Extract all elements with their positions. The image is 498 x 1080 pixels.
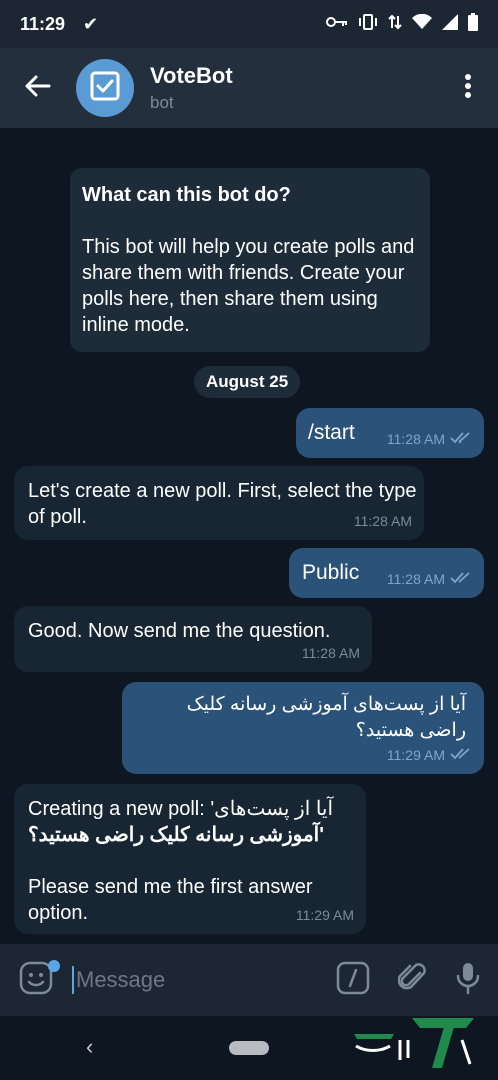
signal-icon <box>442 13 458 35</box>
message-meta: 11:28 AM <box>302 640 360 666</box>
intro-title: What can this bot do? <box>82 184 291 206</box>
message-outgoing[interactable]: آیا از پست‌های آموزشی رسانه کلیک راضی هس… <box>122 682 484 774</box>
status-bar: 11:29 ✔ <box>0 0 498 48</box>
battery-icon <box>468 12 478 36</box>
status-time: 11:29 <box>20 13 66 34</box>
message-time: 11:28 AM <box>301 645 360 661</box>
message-text-line: Creating a new poll: 'آیا از پست‌های <box>28 798 334 820</box>
message-meta: 11:29 AM <box>387 742 472 768</box>
message-incoming[interactable]: Let's create a new poll. First, select t… <box>14 466 424 540</box>
message-text: /start <box>308 421 355 444</box>
message-meta: 11:28 AM <box>387 566 472 592</box>
double-check-icon <box>450 426 472 452</box>
wifi-icon <box>412 13 432 35</box>
bot-avatar[interactable] <box>76 59 134 117</box>
double-check-icon <box>450 566 472 592</box>
sticker-smile-icon <box>18 961 54 1000</box>
message-placeholder: Message <box>76 967 166 992</box>
message-time: 11:28 AM <box>386 571 445 587</box>
bot-intro-card: What can this bot do? This bot will help… <box>70 168 430 352</box>
chat-title: VoteBot <box>150 63 233 88</box>
message-text: Public <box>302 561 360 584</box>
nav-back-icon[interactable]: ‹ <box>86 1034 93 1060</box>
text-caret <box>72 966 74 994</box>
message-text: Good. Now send me the question. <box>28 620 331 642</box>
message-meta: 11:29 AM <box>296 902 354 928</box>
message-time: 11:28 AM <box>353 513 412 529</box>
back-button[interactable] <box>0 48 76 128</box>
message-outgoing[interactable]: /start 11:28 AM <box>296 408 484 458</box>
vibrate-icon <box>358 13 378 35</box>
chat-area[interactable]: What can this bot do? This bot will help… <box>0 128 498 944</box>
message-text: آیا از پست‌های آموزشی رسانه کلیک راضی هس… <box>186 694 466 741</box>
message-meta: 11:28 AM <box>354 508 412 534</box>
emoji-button[interactable] <box>18 960 60 1000</box>
data-arrows-icon <box>388 14 402 35</box>
message-time: 11:28 AM <box>386 431 445 447</box>
message-time: 11:29 AM <box>386 747 445 763</box>
chat-title-block[interactable]: VoteBot bot <box>150 63 233 113</box>
date-separator: August 25 <box>194 366 301 398</box>
message-input[interactable]: Message <box>72 960 336 1000</box>
check-icon: ✔ <box>83 13 99 34</box>
message-meta: 11:28 AM <box>387 426 472 452</box>
double-check-icon <box>450 742 472 768</box>
checkbox-icon <box>90 71 120 106</box>
chat-header: VoteBot bot <box>0 48 498 128</box>
nav-home-pill[interactable] <box>229 1041 269 1055</box>
more-menu-button[interactable] <box>438 48 498 128</box>
system-icons <box>326 12 478 36</box>
watermark-logo <box>342 990 492 1074</box>
message-text-line: 'آموزشی رسانه کلیک راضی هستید؟ <box>28 824 324 846</box>
message-outgoing[interactable]: Public 11:28 AM <box>289 548 484 598</box>
arrow-left-icon <box>25 75 51 102</box>
message-incoming[interactable]: Creating a new poll: 'آیا از پست‌های 'آم… <box>14 784 366 934</box>
intro-body: This bot will help you create polls and … <box>82 236 415 336</box>
more-vertical-icon <box>465 73 471 103</box>
notification-dot <box>48 960 60 972</box>
chat-subtitle: bot <box>150 93 174 112</box>
message-time: 11:29 AM <box>295 907 354 923</box>
message-incoming[interactable]: Good. Now send me the question. 11:28 AM <box>14 606 372 672</box>
key-icon <box>326 15 348 34</box>
